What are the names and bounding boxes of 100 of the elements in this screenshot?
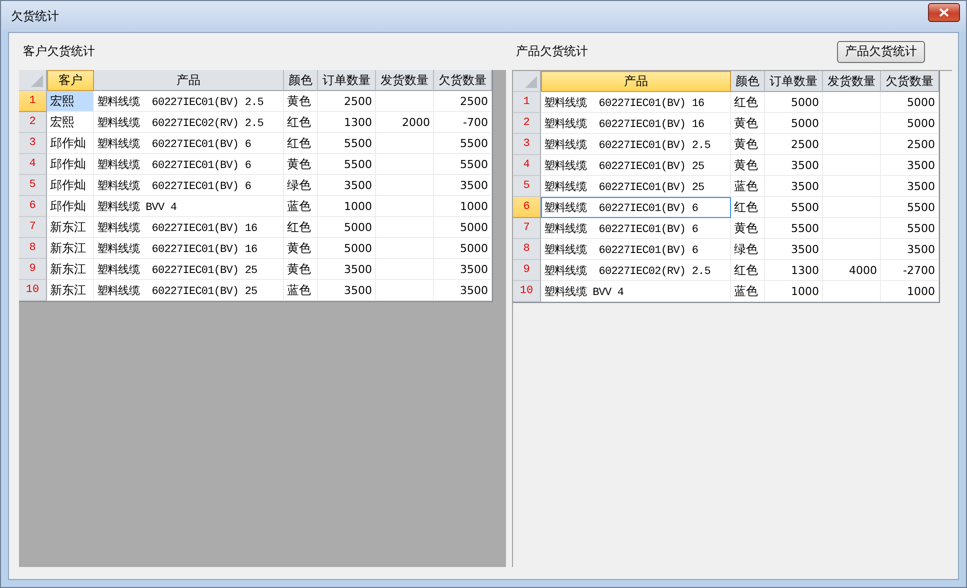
table-cell: 5000 bbox=[318, 217, 376, 238]
table-cell: 3500 bbox=[434, 280, 492, 301]
table-cell: 1300 bbox=[318, 112, 376, 133]
window-title: 欠货统计 bbox=[11, 8, 59, 25]
section-title: 客户欠货统计 bbox=[23, 43, 95, 60]
table-cell bbox=[823, 281, 881, 302]
close-icon bbox=[939, 8, 949, 17]
section-title: 产品欠货统计 bbox=[516, 43, 588, 60]
table-cell: -700 bbox=[434, 112, 492, 133]
table-cell: 塑料线缆 60227IEC02(RV) 2.5 bbox=[94, 112, 284, 133]
row-header[interactable]: 3 bbox=[513, 134, 541, 155]
table-cell: 红色 bbox=[731, 197, 765, 218]
table-cell: 2500 bbox=[881, 134, 939, 155]
table-cell: 5500 bbox=[434, 154, 492, 175]
table-cell: 3500 bbox=[318, 280, 376, 301]
row-header[interactable]: 6 bbox=[513, 197, 541, 218]
column-header[interactable]: 发货数量 bbox=[823, 71, 881, 92]
table-cell: 绿色 bbox=[284, 175, 318, 196]
table-cell: 宏熙 bbox=[47, 91, 94, 112]
row-header[interactable]: 5 bbox=[19, 175, 47, 196]
row-header[interactable]: 7 bbox=[19, 217, 47, 238]
table-cell: 2500 bbox=[765, 134, 823, 155]
row-header[interactable]: 10 bbox=[513, 281, 541, 302]
table-cell: 塑料线缆 60227IEC01(BV) 16 bbox=[94, 217, 284, 238]
row-header[interactable]: 1 bbox=[19, 91, 47, 112]
table-cell: 红色 bbox=[731, 92, 765, 113]
table-cell: 5000 bbox=[434, 238, 492, 259]
table-cell: 2500 bbox=[434, 91, 492, 112]
table-cell: 5000 bbox=[765, 92, 823, 113]
close-button[interactable] bbox=[928, 3, 960, 22]
table-cell: 5500 bbox=[318, 154, 376, 175]
corner-cell[interactable] bbox=[19, 70, 47, 91]
table-cell: 塑料线缆 60227IEC01(BV) 6 bbox=[94, 175, 284, 196]
table-cell: 5000 bbox=[881, 92, 939, 113]
table-cell: 塑料线缆 60227IEC01(BV) 16 bbox=[541, 113, 731, 134]
table-cell: 新东江 bbox=[47, 280, 94, 301]
table-cell: 黄色 bbox=[284, 91, 318, 112]
row-header[interactable]: 4 bbox=[19, 154, 47, 175]
column-header[interactable]: 客户 bbox=[47, 70, 94, 91]
table-cell: 黄色 bbox=[284, 154, 318, 175]
table-cell: 塑料线缆 60227IEC01(BV) 2.5 bbox=[541, 134, 731, 155]
row-header[interactable]: 7 bbox=[513, 218, 541, 239]
table-cell: 邱作灿 bbox=[47, 196, 94, 217]
table-cell: 塑料线缆 BVV 4 bbox=[541, 281, 731, 302]
table-cell: 塑料线缆 60227IEC01(BV) 2.5 bbox=[94, 91, 284, 112]
table-cell: 蓝色 bbox=[731, 281, 765, 302]
table-cell: 塑料线缆 60227IEC02(RV) 2.5 bbox=[541, 260, 731, 281]
column-header[interactable]: 颜色 bbox=[731, 71, 765, 92]
corner-cell[interactable] bbox=[513, 71, 541, 92]
table-cell: 1000 bbox=[765, 281, 823, 302]
table-cell: 蓝色 bbox=[731, 176, 765, 197]
row-header[interactable]: 10 bbox=[19, 280, 47, 301]
row-header[interactable]: 3 bbox=[19, 133, 47, 154]
table-cell: 黄色 bbox=[284, 259, 318, 280]
table-cell: 黄色 bbox=[731, 218, 765, 239]
row-header[interactable]: 9 bbox=[19, 259, 47, 280]
row-header[interactable]: 1 bbox=[513, 92, 541, 113]
column-header[interactable]: 产品 bbox=[541, 71, 731, 92]
row-header[interactable]: 6 bbox=[19, 196, 47, 217]
table-cell: 宏熙 bbox=[47, 112, 94, 133]
table-cell: 5000 bbox=[765, 113, 823, 134]
column-header[interactable]: 订单数量 bbox=[765, 71, 823, 92]
table-cell: 红色 bbox=[284, 133, 318, 154]
row-header[interactable]: 2 bbox=[513, 113, 541, 134]
row-header[interactable]: 8 bbox=[513, 239, 541, 260]
column-header[interactable]: 发货数量 bbox=[376, 70, 434, 91]
table-cell bbox=[376, 91, 434, 112]
report-button[interactable]: 产品欠货统计 bbox=[837, 40, 925, 62]
row-header[interactable]: 4 bbox=[513, 155, 541, 176]
table-cell: 邱作灿 bbox=[47, 154, 94, 175]
column-header[interactable]: 产品 bbox=[94, 70, 284, 91]
table-cell: 邱作灿 bbox=[47, 175, 94, 196]
table-cell: 1300 bbox=[765, 260, 823, 281]
row-header[interactable]: 9 bbox=[513, 260, 541, 281]
table-cell: -2700 bbox=[881, 260, 939, 281]
column-header[interactable]: 欠货数量 bbox=[881, 71, 939, 92]
row-header[interactable]: 5 bbox=[513, 176, 541, 197]
row-header[interactable]: 8 bbox=[19, 238, 47, 259]
column-header[interactable]: 欠货数量 bbox=[434, 70, 492, 91]
table-cell: 1000 bbox=[318, 196, 376, 217]
table-cell: 黄色 bbox=[731, 134, 765, 155]
table-cell bbox=[376, 280, 434, 301]
column-header[interactable]: 订单数量 bbox=[318, 70, 376, 91]
table-cell: 5500 bbox=[318, 133, 376, 154]
table-cell: 黄色 bbox=[284, 238, 318, 259]
table-cell: 3500 bbox=[765, 155, 823, 176]
table-cell: 红色 bbox=[284, 217, 318, 238]
table-cell: 邱作灿 bbox=[47, 133, 94, 154]
table-cell: 3500 bbox=[318, 259, 376, 280]
row-header[interactable]: 2 bbox=[19, 112, 47, 133]
table-cell: 3500 bbox=[881, 239, 939, 260]
table-cell: 塑料线缆 60227IEC01(BV) 16 bbox=[94, 238, 284, 259]
table-cell: 塑料线缆 60227IEC01(BV) 25 bbox=[541, 176, 731, 197]
table-cell: 3500 bbox=[434, 175, 492, 196]
column-header[interactable]: 颜色 bbox=[284, 70, 318, 91]
table-cell: 5500 bbox=[881, 218, 939, 239]
table-cell: 5500 bbox=[434, 133, 492, 154]
table-cell: 蓝色 bbox=[284, 196, 318, 217]
table-cell: 红色 bbox=[284, 112, 318, 133]
table-cell: 1000 bbox=[881, 281, 939, 302]
